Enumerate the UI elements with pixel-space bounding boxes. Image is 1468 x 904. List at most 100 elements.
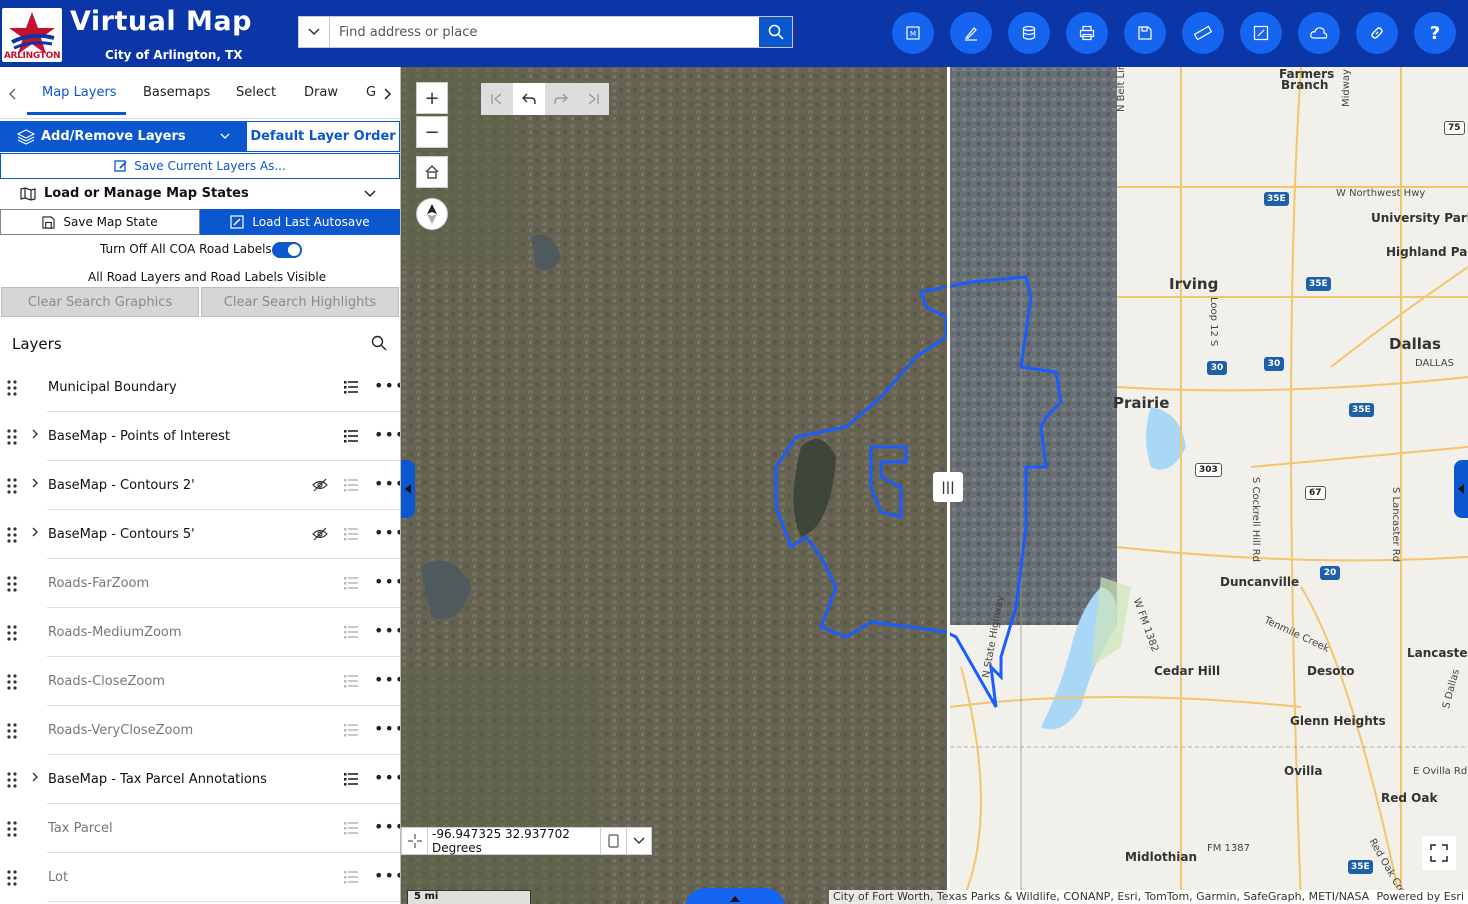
city-logo[interactable]: ARLINGTON [2, 8, 62, 62]
zoom-out-button[interactable]: − [416, 116, 448, 148]
sketch-button[interactable] [950, 12, 992, 54]
search-input[interactable] [331, 17, 759, 47]
cloud-button[interactable] [1298, 12, 1340, 54]
road-labels-toggle[interactable] [272, 242, 302, 258]
layer-name[interactable]: Roads-MediumZoom [48, 625, 182, 640]
collapse-left-panel-tab[interactable] [401, 460, 415, 518]
chevron-right-icon[interactable] [31, 477, 39, 489]
tab-draw[interactable]: Draw [304, 85, 338, 100]
drag-handle-icon[interactable] [7, 674, 17, 690]
drag-handle-icon[interactable] [7, 821, 17, 837]
layer-row[interactable]: Municipal Boundary ••• [0, 363, 400, 412]
home-button[interactable] [416, 156, 448, 188]
layer-options-icon[interactable]: ••• [374, 817, 400, 836]
coordinate-format-dropdown[interactable] [626, 828, 650, 854]
tabs-scroll-right[interactable] [380, 84, 396, 104]
save-current-layers-button[interactable]: Save Current Layers As... [0, 153, 400, 179]
last-extent-button[interactable] [577, 83, 609, 115]
drag-handle-icon[interactable] [7, 380, 17, 396]
layer-row[interactable]: Roads-VeryCloseZoom ••• [0, 706, 400, 755]
layer-row[interactable]: Roads-FarZoom ••• [0, 559, 400, 608]
layer-name[interactable]: Roads-FarZoom [48, 576, 149, 591]
swipe-handle[interactable]: ||| [933, 472, 963, 502]
tab-basemaps[interactable]: Basemaps [143, 85, 210, 100]
layer-name[interactable]: Municipal Boundary [48, 380, 177, 395]
eye-off-icon[interactable] [312, 527, 328, 541]
layer-options-icon[interactable]: ••• [374, 376, 400, 395]
legend-list-icon[interactable] [344, 576, 358, 590]
drag-handle-icon[interactable] [7, 772, 17, 788]
coordinate-pick-button[interactable] [402, 828, 428, 854]
layer-row[interactable]: BaseMap - Contours 5' ••• [0, 510, 400, 559]
layer-row[interactable]: Roads-MediumZoom ••• [0, 608, 400, 657]
compass-button[interactable] [416, 198, 448, 230]
legend-list-icon[interactable] [344, 870, 358, 884]
layer-name[interactable]: Tax Parcel [48, 821, 113, 836]
layer-row[interactable]: Roads-CloseZoom ••• [0, 657, 400, 706]
legend-list-icon[interactable] [344, 772, 358, 786]
tab-select[interactable]: Select [236, 85, 276, 100]
layer-options-icon[interactable]: ••• [374, 425, 400, 444]
layer-row[interactable]: BaseMap - Contours 2' ••• [0, 461, 400, 510]
drag-handle-icon[interactable] [7, 478, 17, 494]
legend-list-icon[interactable] [344, 674, 358, 688]
chevron-right-icon[interactable] [31, 526, 39, 538]
eye-off-icon[interactable] [312, 478, 328, 492]
tab-map-layers[interactable]: Map Layers [42, 85, 117, 100]
save-map-state-button[interactable]: Save Map State [0, 209, 200, 235]
layer-options-icon[interactable]: ••• [374, 670, 400, 689]
layer-name[interactable]: Roads-VeryCloseZoom [48, 723, 193, 738]
copy-coordinates-button[interactable] [600, 828, 626, 854]
add-remove-layers-button[interactable]: Add/Remove Layers [0, 121, 246, 152]
drag-handle-icon[interactable] [7, 429, 17, 445]
search-source-dropdown[interactable] [299, 17, 330, 47]
save-button[interactable] [1124, 12, 1166, 54]
clear-search-graphics-button[interactable]: Clear Search Graphics [1, 287, 199, 317]
layer-options-icon[interactable]: ••• [374, 719, 400, 738]
ruler-button[interactable] [1182, 12, 1224, 54]
database-button[interactable] [1008, 12, 1050, 54]
legend-list-icon[interactable] [344, 723, 358, 737]
drag-handle-icon[interactable] [7, 870, 17, 886]
edit-button[interactable] [1240, 12, 1282, 54]
fullscreen-button[interactable] [1422, 836, 1456, 870]
legend-list-icon[interactable] [344, 527, 358, 541]
layer-search-button[interactable] [371, 335, 387, 355]
print-button[interactable] [1066, 12, 1108, 54]
layer-row[interactable]: Tax Parcel ••• [0, 804, 400, 853]
layer-options-icon[interactable]: ••• [374, 523, 400, 542]
map-view[interactable]: FarmersBranchUniversity ParkHighland Par… [401, 67, 1468, 904]
legend-list-icon[interactable] [344, 821, 358, 835]
layer-name[interactable]: BaseMap - Contours 2' [48, 478, 195, 493]
drag-handle-icon[interactable] [7, 625, 17, 641]
layer-name[interactable]: BaseMap - Points of Interest [48, 429, 230, 444]
powered-by-esri[interactable]: Powered by Esri [1370, 890, 1464, 903]
open-bottom-panel-tab[interactable] [685, 888, 785, 904]
first-extent-button[interactable] [481, 83, 513, 115]
layer-name[interactable]: Lot [48, 870, 68, 885]
next-extent-button[interactable] [545, 83, 577, 115]
layer-name[interactable]: BaseMap - Tax Parcel Annotations [48, 772, 267, 787]
open-right-panel-tab[interactable] [1454, 460, 1468, 518]
layer-row[interactable]: BaseMap - Points of Interest ••• [0, 412, 400, 461]
chevron-right-icon[interactable] [31, 428, 39, 440]
layer-row[interactable]: Lot ••• [0, 853, 400, 902]
layer-options-icon[interactable]: ••• [374, 572, 400, 591]
legend-list-icon[interactable] [344, 478, 358, 492]
layer-name[interactable]: BaseMap - Contours 5' [48, 527, 195, 542]
tabs-scroll-left[interactable] [4, 84, 20, 104]
load-last-autosave-button[interactable]: Load Last Autosave [200, 209, 400, 235]
chevron-right-icon[interactable] [31, 771, 39, 783]
link-button[interactable] [1356, 12, 1398, 54]
drag-handle-icon[interactable] [7, 527, 17, 543]
layer-name[interactable]: Roads-CloseZoom [48, 674, 165, 689]
previous-extent-button[interactable] [513, 83, 545, 115]
layer-row[interactable]: BaseMap - Tax Parcel Annotations ••• [0, 755, 400, 804]
drag-handle-icon[interactable] [7, 576, 17, 592]
help-button[interactable]: ? [1414, 12, 1456, 54]
legend-list-icon[interactable] [344, 625, 358, 639]
default-layer-order-button[interactable]: Default Layer Order [246, 121, 400, 152]
layer-options-icon[interactable]: ••• [374, 768, 400, 787]
search-button[interactable] [759, 17, 792, 47]
legend-list-icon[interactable] [344, 429, 358, 443]
